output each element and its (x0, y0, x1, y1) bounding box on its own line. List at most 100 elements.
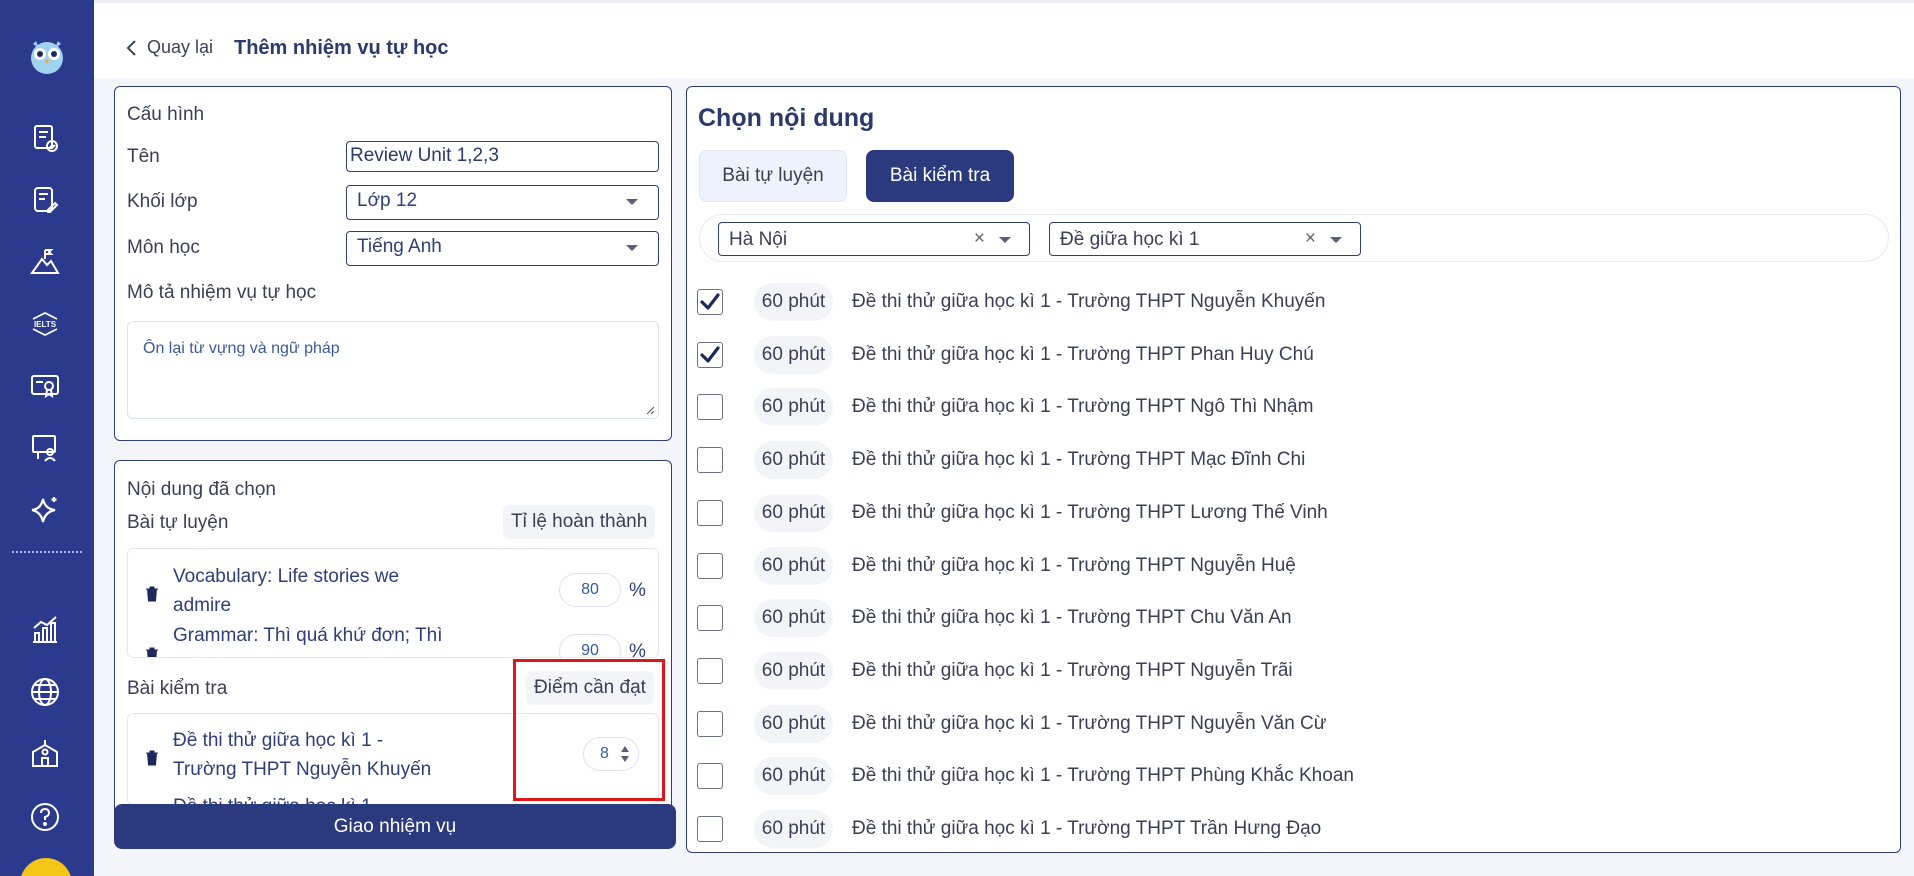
assign-task-button[interactable]: Giao nhiệm vụ (114, 804, 676, 849)
selected-title: Nội dung đã chọn (127, 479, 276, 500)
checkmark-icon (700, 293, 720, 310)
trash-icon[interactable] (145, 749, 159, 767)
exam-checkbox[interactable] (697, 711, 723, 737)
exam-checkbox[interactable] (697, 342, 723, 368)
page-title: Thêm nhiệm vụ tự học (234, 37, 449, 59)
caret-down-icon (999, 237, 1011, 243)
exam-type-filter[interactable]: Đề giữa học kì 1 × (1049, 222, 1361, 256)
mountain-flag-icon[interactable] (27, 244, 63, 280)
exam-title: Đề thi thử giữa học kì 1 - Trường THPT P… (852, 344, 1314, 365)
duration-badge: 60 phút (754, 757, 833, 795)
sidebar-divider (12, 551, 82, 553)
percent-unit: % (629, 580, 646, 601)
test-section-label: Bài kiểm tra (127, 678, 228, 699)
exam-title: Đề thi thử giữa học kì 1 - Trường THPT N… (852, 660, 1293, 681)
sidebar: IELTS (0, 0, 94, 876)
selected-practice-list: Vocabulary: Life stories we admire 80 % … (127, 548, 659, 658)
caret-down-icon (626, 245, 638, 251)
exam-checkbox[interactable] (697, 447, 723, 473)
duration-badge: 60 phút (754, 494, 833, 532)
description-text: Ôn lại từ vựng và ngữ pháp (143, 340, 340, 357)
back-label: Quay lại (147, 37, 214, 57)
exam-title: Đề thi thử giữa học kì 1 - Trường THPT N… (852, 291, 1326, 312)
resize-handle-icon[interactable] (645, 405, 655, 415)
practice-item-line1: Grammar: Thì quá khứ đơn; Thì (173, 625, 443, 646)
province-filter[interactable]: Hà Nội × (718, 222, 1030, 256)
percent-unit: % (629, 641, 646, 658)
user-avatar[interactable] (20, 858, 72, 876)
help-icon[interactable] (27, 799, 63, 835)
completion-input[interactable]: 90 (559, 634, 621, 657)
tab-test[interactable]: Bài kiểm tra (866, 150, 1014, 202)
name-input[interactable]: Review Unit 1,2,3 (346, 141, 659, 172)
exam-title: Đề thi thử giữa học kì 1 - Trường THPT N… (852, 713, 1327, 734)
exam-checkbox[interactable] (697, 658, 723, 684)
exam-checkbox[interactable] (697, 500, 723, 526)
duration-badge: 60 phút (754, 547, 833, 585)
caret-down-icon (626, 199, 638, 205)
tab-practice[interactable]: Bài tự luyện (699, 150, 847, 202)
exam-checkbox[interactable] (697, 553, 723, 579)
exam-checkbox[interactable] (697, 763, 723, 789)
completion-rate-header: Tỉ lệ hoàn thành (503, 505, 656, 539)
edit-document-icon[interactable] (27, 182, 63, 218)
province-filter-value: Hà Nội (729, 229, 788, 250)
globe-icon[interactable] (27, 674, 63, 710)
school-building-icon[interactable] (27, 736, 63, 772)
exam-title: Đề thi thử giữa học kì 1 - Trường THPT C… (852, 607, 1292, 628)
description-textarea[interactable]: Ôn lại từ vựng và ngữ pháp (127, 321, 659, 419)
subject-select[interactable]: Tiếng Anh (346, 231, 659, 266)
exam-type-filter-value: Đề giữa học kì 1 (1060, 229, 1200, 250)
certificate-icon[interactable] (27, 368, 63, 404)
duration-badge: 60 phút (754, 599, 833, 637)
grade-select-value: Lớp 12 (357, 190, 418, 211)
config-title: Cấu hình (127, 104, 205, 125)
exam-title: Đề thi thử giữa học kì 1 - Trường THPT L… (852, 502, 1328, 523)
grade-select[interactable]: Lớp 12 (346, 185, 659, 220)
ielts-icon[interactable]: IELTS (27, 306, 63, 342)
test-item-line2: Trường THPT Nguyễn Khuyến (173, 759, 432, 780)
duration-badge: 60 phút (754, 388, 833, 426)
chart-icon[interactable] (27, 612, 63, 648)
back-button[interactable]: Quay lại (125, 37, 213, 58)
caret-down-icon (1330, 237, 1342, 243)
exam-checkbox[interactable] (697, 816, 723, 842)
trash-icon[interactable] (145, 646, 159, 658)
subject-label: Môn học (127, 237, 200, 258)
test-item-line1: Đề thi thử giữa học kì 1 - (173, 730, 384, 751)
tasks-check-icon[interactable] (27, 120, 63, 156)
subject-select-value: Tiếng Anh (357, 236, 442, 257)
trash-icon[interactable] (145, 585, 159, 603)
chevron-left-icon (126, 39, 136, 56)
exam-title: Đề thi thử giữa học kì 1 - Trường THPT N… (852, 396, 1314, 417)
exam-title: Đề thi thử giữa học kì 1 - Trường THPT P… (852, 765, 1354, 786)
highlight-box (513, 659, 665, 801)
exam-checkbox[interactable] (697, 605, 723, 631)
checkmark-icon (700, 346, 720, 363)
practice-section-label: Bài tự luyện (127, 512, 229, 533)
clear-icon[interactable]: × (1305, 228, 1316, 250)
presentation-user-icon[interactable] (27, 430, 63, 466)
exam-title: Đề thi thử giữa học kì 1 - Trường THPT M… (852, 449, 1306, 470)
grade-label: Khối lớp (127, 191, 198, 212)
svg-text:IELTS: IELTS (34, 320, 57, 329)
exam-title: Đề thi thử giữa học kì 1 - Trường THPT T… (852, 818, 1322, 839)
exam-checkbox[interactable] (697, 394, 723, 420)
clear-icon[interactable]: × (974, 228, 985, 250)
duration-badge: 60 phút (754, 652, 833, 690)
completion-input[interactable]: 80 (559, 573, 621, 607)
exam-checkbox[interactable] (697, 289, 723, 315)
sparkle-icon[interactable] (27, 492, 63, 528)
duration-badge: 60 phút (754, 441, 833, 479)
exam-title: Đề thi thử giữa học kì 1 - Trường THPT N… (852, 555, 1296, 576)
duration-badge: 60 phút (754, 810, 833, 848)
content-title: Chọn nội dung (698, 104, 875, 132)
duration-badge: 60 phút (754, 705, 833, 743)
duration-badge: 60 phút (754, 283, 833, 321)
practice-item-line1: Vocabulary: Life stories we (173, 566, 400, 587)
owl-logo-icon[interactable] (27, 36, 67, 76)
description-label: Mô tả nhiệm vụ tự học (127, 282, 317, 303)
duration-badge: 60 phút (754, 336, 833, 374)
name-label: Tên (127, 146, 160, 167)
practice-item-line2: admire (173, 595, 232, 616)
